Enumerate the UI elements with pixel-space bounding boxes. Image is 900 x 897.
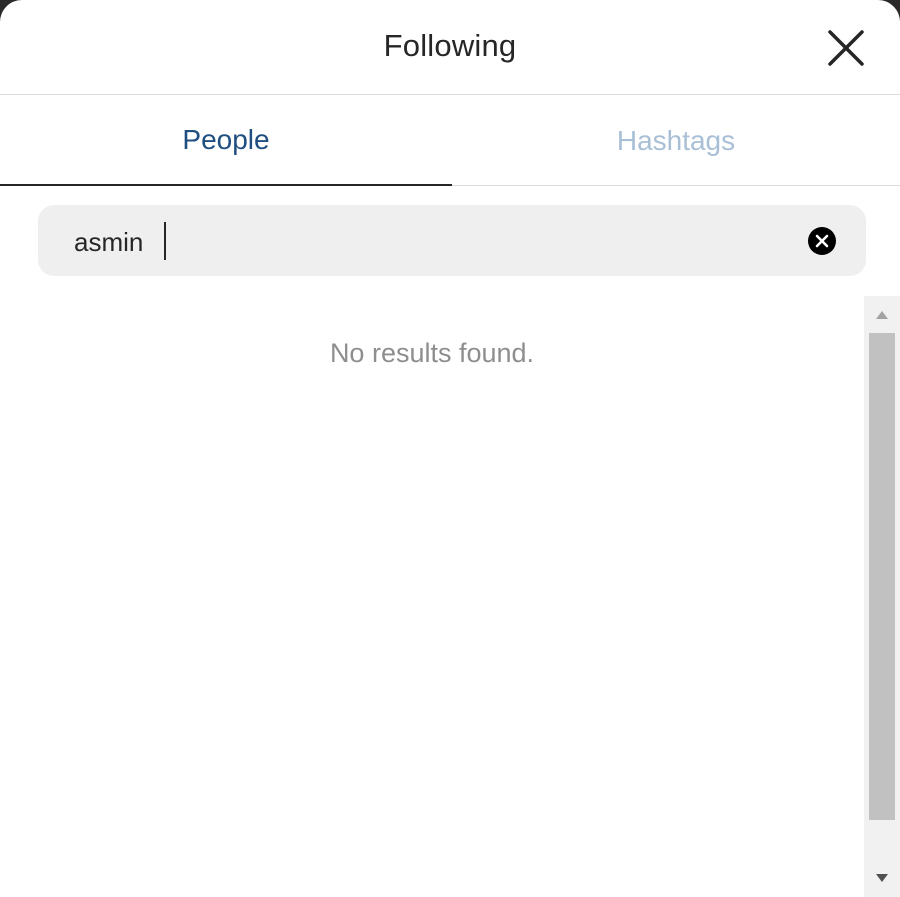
vertical-scrollbar[interactable] — [864, 296, 900, 897]
text-cursor — [164, 222, 166, 260]
triangle-up-icon — [876, 311, 888, 319]
tab-hashtags[interactable]: Hashtags — [452, 96, 900, 186]
scrollbar-thumb[interactable] — [869, 333, 895, 820]
tab-people[interactable]: People — [0, 96, 452, 186]
dialog-title: Following — [383, 28, 517, 63]
scroll-up-button[interactable] — [873, 306, 891, 324]
scroll-down-button[interactable] — [873, 869, 891, 887]
triangle-down-icon — [876, 874, 888, 882]
dialog-header: Following — [0, 0, 900, 95]
empty-results-message: No results found. — [329, 338, 535, 368]
following-dialog: Following People Hashtags asmin No resul… — [0, 0, 900, 897]
clear-circle-icon — [808, 227, 836, 255]
clear-search-button[interactable] — [807, 226, 837, 256]
search-field[interactable]: asmin — [38, 205, 866, 276]
close-button[interactable] — [820, 22, 872, 74]
search-input[interactable]: asmin — [74, 227, 143, 258]
close-icon — [828, 30, 864, 66]
tab-bar: People Hashtags — [0, 96, 900, 186]
results-list: No results found. — [0, 296, 864, 897]
